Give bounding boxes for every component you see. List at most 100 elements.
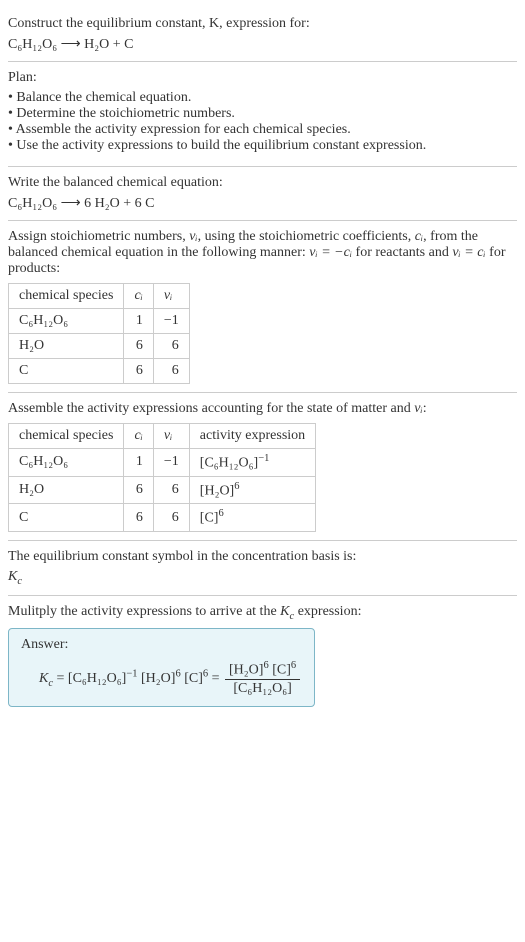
nu-i: νᵢ [414,401,422,416]
rule-products: νᵢ = cᵢ [452,245,485,260]
answer-box: Answer: Kc = [C₆H₁₂O₆]−1 [H₂O]6 [C]6 = [… [8,628,315,708]
plan-title: Plan: [8,70,517,86]
col-c: cᵢ [124,424,153,449]
multiply: Mulitply the activity expressions to arr… [8,596,517,715]
base: [C₆H₁₂O₆] [200,456,258,471]
eq-lhs: C₆H₁₂O₆ [8,37,57,52]
plan: Plan: Balance the chemical equation. Det… [8,62,517,166]
activity-table: chemical species cᵢ νᵢ activity expressi… [8,423,316,532]
text: Assemble the activity expressions accoun… [8,401,414,416]
exp: 6 [291,660,296,671]
eq-arrow: ⟶ [61,37,81,52]
plan-list: Balance the chemical equation. Determine… [8,90,517,154]
cell-c: 1 [124,449,153,477]
exp: −1 [258,453,269,464]
balanced: Write the balanced chemical equation: C₆… [8,167,517,220]
multiply-text: Mulitply the activity expressions to arr… [8,604,517,622]
c-i: cᵢ [415,229,423,244]
assign: Assign stoichiometric numbers, νᵢ, using… [8,221,517,392]
col-species: chemical species [9,424,124,449]
text: for reactants and [352,245,452,260]
base: [C] [200,511,219,526]
eq-rhs: 6 H₂O + 6 C [84,196,154,211]
term3: [C]6 [184,671,208,686]
table-header-row: chemical species cᵢ νᵢ [9,284,190,309]
col-activity: activity expression [189,424,315,449]
k-base: K [8,569,17,584]
k-base: K [280,604,289,619]
balanced-title: Write the balanced chemical equation: [8,175,517,191]
balanced-equation: C₆H₁₂O₆ ⟶ 6 H₂O + 6 C [8,191,517,212]
cell-nu: 6 [153,504,189,532]
cell-c: 6 [124,504,153,532]
base: [C] [272,662,291,677]
k-sub: c [48,677,53,688]
cell-activity: [H₂O]6 [189,476,315,504]
frac-numerator: [H₂O]6 [C]6 [225,659,300,681]
base: [H₂O] [141,671,175,686]
activity-text: Assemble the activity expressions accoun… [8,401,517,417]
cell-activity: [C₆H₁₂O₆]−1 [189,449,315,477]
cell-species: C [9,504,124,532]
symbol-kc: Kc [8,565,517,587]
cell-nu: −1 [153,309,189,334]
stoich-table: chemical species cᵢ νᵢ C₆H₁₂O₆ 1 −1 H₂O … [8,283,190,384]
base: [C] [184,671,203,686]
frac-denominator: [C₆H₁₂O₆] [225,680,300,698]
intro-line1: Construct the equilibrium constant, K, e… [8,16,310,31]
text: : [423,401,427,416]
exp: 6 [218,508,223,519]
exp: 6 [263,660,268,671]
cell-c: 6 [124,334,153,359]
term2: [H₂O]6 [141,671,181,686]
cell-species: C₆H₁₂O₆ [9,309,124,334]
term1: [C₆H₁₂O₆]−1 [68,671,138,686]
table-row: C 6 6 [9,359,190,384]
answer-label: Answer: [21,637,302,653]
table-row: C₆H₁₂O₆ 1 −1 [C₆H₁₂O₆]−1 [9,449,316,477]
eq-lhs: C₆H₁₂O₆ [8,196,57,211]
plan-item: Balance the chemical equation. [8,90,517,106]
exp: 6 [203,668,208,679]
base: [H₂O] [200,483,234,498]
table-row: C 6 6 [C]6 [9,504,316,532]
exp: −1 [126,668,137,679]
col-nu: νᵢ [153,284,189,309]
fraction: [H₂O]6 [C]6 [C₆H₁₂O₆] [225,659,300,699]
plan-item: Determine the stoichiometric numbers. [8,106,517,122]
intro-text: Construct the equilibrium constant, K, e… [8,16,517,32]
k-base: K [39,671,48,686]
exp: 6 [175,668,180,679]
base: [H₂O] [229,662,263,677]
eq-rhs: H₂O + C [84,37,133,52]
activity: Assemble the activity expressions accoun… [8,393,517,540]
k-sub: c [17,576,22,587]
cell-c: 6 [124,359,153,384]
table-header-row: chemical species cᵢ νᵢ activity expressi… [9,424,316,449]
cell-activity: [C]6 [189,504,315,532]
nu-i: νᵢ [189,229,197,244]
text: Assign stoichiometric numbers, [8,229,189,244]
base: [C₆H₁₂O₆] [68,671,126,686]
c-i: cᵢ [134,428,142,443]
table-row: C₆H₁₂O₆ 1 −1 [9,309,190,334]
cell-c: 6 [124,476,153,504]
nu-i: νᵢ [164,428,172,443]
c-i: cᵢ [134,288,142,303]
col-c: cᵢ [124,284,153,309]
nu-i: νᵢ [164,288,172,303]
cell-species: H₂O [9,334,124,359]
kc-expression: Kc = [C₆H₁₂O₆]−1 [H₂O]6 [C]6 = [H₂O]6 [C… [39,659,302,699]
cell-nu: −1 [153,449,189,477]
cell-species: C₆H₁₂O₆ [9,449,124,477]
intro: Construct the equilibrium constant, K, e… [8,8,517,61]
table-row: H₂O 6 6 [9,334,190,359]
text: expression: [294,604,361,619]
text: Mulitply the activity expressions to arr… [8,604,280,619]
cell-nu: 6 [153,476,189,504]
exp: 6 [234,481,239,492]
text: , using the stoichiometric coefficients, [198,229,415,244]
cell-species: H₂O [9,476,124,504]
rule-reactants: νᵢ = −cᵢ [309,245,352,260]
col-species: chemical species [9,284,124,309]
